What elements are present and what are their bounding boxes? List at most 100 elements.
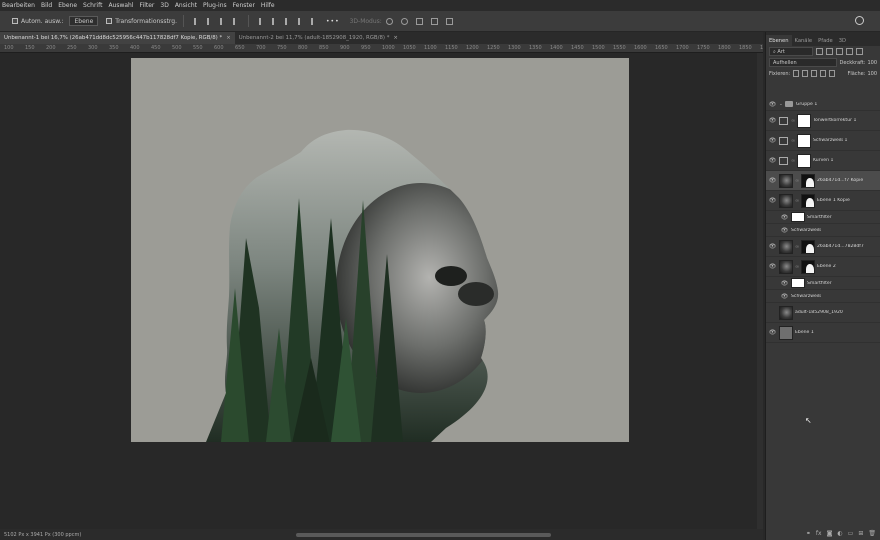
more-options-icon[interactable]: ••• [326, 18, 340, 25]
align-right-icon[interactable] [219, 17, 225, 25]
mask-thumbnail[interactable] [797, 153, 811, 168]
adjustment-layer-icon[interactable]: ◐ [837, 530, 842, 537]
tab-paths[interactable]: Pfade [815, 35, 836, 46]
align-left-icon[interactable] [193, 17, 199, 25]
menu-item-plugins[interactable]: Plug-ins [203, 2, 227, 9]
eye-icon[interactable]: 👁 [766, 177, 779, 184]
eye-off-icon[interactable]: 👁 [766, 309, 779, 316]
mask-thumbnail[interactable] [797, 113, 811, 128]
menu-item-select[interactable]: Auswahl [108, 2, 133, 9]
mask-thumbnail[interactable] [801, 239, 815, 254]
eye-icon[interactable]: 👁 [766, 243, 779, 250]
lock-pixels-icon[interactable] [802, 70, 809, 77]
3d-drag-icon[interactable] [415, 17, 423, 25]
menu-item-view[interactable]: Ansicht [175, 2, 197, 9]
lock-transparent-icon[interactable] [793, 70, 800, 77]
layer-thumbnail[interactable] [779, 305, 793, 320]
eye-icon[interactable]: 👁 [778, 280, 791, 287]
mask-thumbnail[interactable] [801, 193, 815, 208]
layer-adjustment[interactable]: 👁 ∞ Tonwertkorrektur 1 [766, 111, 880, 131]
menu-item-image[interactable]: Bild [41, 2, 52, 9]
filter-smart-icon[interactable] [856, 48, 863, 55]
eye-icon[interactable]: 👁 [766, 329, 779, 336]
auto-select-checkbox[interactable] [12, 18, 18, 24]
horizontal-scrollbar[interactable] [296, 533, 551, 537]
new-layer-icon[interactable]: ⊞ [858, 530, 863, 537]
transform-controls-checkbox[interactable] [106, 18, 113, 24]
add-mask-icon[interactable]: ◙ [827, 530, 833, 537]
layer-thumbnail[interactable] [779, 193, 793, 208]
eye-icon[interactable]: 👁 [766, 197, 779, 204]
menu-item-help[interactable]: Hilfe [261, 2, 275, 9]
layer-filter-select[interactable]: ⌕ Art [769, 47, 813, 56]
document-canvas[interactable] [131, 58, 629, 442]
align-center-icon[interactable] [206, 17, 212, 25]
distribute-left-icon[interactable] [258, 17, 264, 25]
layer-group[interactable]: 👁 ⌄ Gruppe 1 [766, 98, 880, 111]
close-icon[interactable]: × [393, 35, 398, 41]
distribute-center-icon[interactable] [271, 17, 277, 25]
lock-all-icon[interactable] [829, 70, 836, 77]
distribute-top-icon[interactable] [297, 17, 303, 25]
eye-icon[interactable]: 👁 [778, 214, 791, 221]
3d-scale-icon[interactable] [445, 17, 453, 25]
align-top-icon[interactable] [232, 17, 238, 25]
layer-image-selected[interactable]: 👁 ∞ 26ab471d...f7 Kopie [766, 171, 880, 191]
menu-item-layer[interactable]: Ebene [58, 2, 77, 9]
filter-row[interactable]: 👁 Schwarzweiß [766, 224, 880, 237]
blend-mode-select[interactable]: Aufhellen [769, 58, 837, 67]
vertical-scrollbar[interactable] [757, 53, 763, 529]
mask-thumbnail[interactable] [801, 173, 815, 188]
mask-thumbnail[interactable] [801, 259, 815, 274]
eye-icon[interactable]: 👁 [766, 101, 779, 108]
filter-mask-thumbnail[interactable] [791, 278, 805, 288]
filter-row[interactable]: 👁 Schwarzweiß [766, 290, 880, 303]
tab-document-2[interactable]: Unbenannt-2 bei 11,7% (adult-1852908_192… [235, 32, 402, 44]
smart-filter-row[interactable]: 👁 Smartfilter [766, 211, 880, 224]
link-layers-icon[interactable]: ⚭ [806, 530, 811, 537]
tab-document-1[interactable]: Unbenannt-1 bei 16,7% (26ab471dd8dc52595… [0, 32, 235, 44]
menu-item-filter[interactable]: Filter [140, 2, 155, 9]
lock-position-icon[interactable] [811, 70, 818, 77]
new-group-icon[interactable]: ▭ [848, 530, 854, 537]
filter-type-icon[interactable] [836, 48, 843, 55]
user-account-icon[interactable] [855, 16, 864, 25]
close-icon[interactable]: × [226, 35, 231, 41]
mask-thumbnail[interactable] [797, 133, 811, 148]
trash-icon[interactable]: 🗑 [868, 530, 876, 537]
opacity-value[interactable]: 100 [867, 60, 877, 66]
layer-image[interactable]: 👁 ∞ Ebene 2 [766, 257, 880, 277]
menu-item-edit[interactable]: Bearbeiten [2, 2, 35, 9]
layer-thumbnail[interactable] [779, 173, 793, 188]
eye-icon[interactable]: 👁 [778, 293, 791, 300]
layer-adjustment[interactable]: 👁 ∞ Schwarzweiß 1 [766, 131, 880, 151]
3d-slide-icon[interactable] [430, 17, 438, 25]
filter-shape-icon[interactable] [846, 48, 853, 55]
filter-mask-thumbnail[interactable] [791, 212, 805, 222]
menu-item-type[interactable]: Schrift [83, 2, 102, 9]
menu-item-window[interactable]: Fenster [233, 2, 255, 9]
eye-icon[interactable]: 👁 [766, 137, 779, 144]
layer-image[interactable]: 👁 ∞ Ebene 1 Kopie [766, 191, 880, 211]
layer-thumbnail[interactable] [779, 239, 793, 254]
eye-icon[interactable]: 👁 [766, 157, 779, 164]
eye-icon[interactable]: 👁 [778, 227, 791, 234]
layer-image-hidden[interactable]: 👁 adult-1852908_1920 [766, 303, 880, 323]
filter-pixel-icon[interactable] [816, 48, 823, 55]
fx-icon[interactable]: fx [816, 530, 822, 537]
layer-thumbnail[interactable] [779, 259, 793, 274]
fill-value[interactable]: 100 [867, 71, 877, 77]
distribute-right-icon[interactable] [284, 17, 290, 25]
layer-solid[interactable]: 👁 Ebene 1 [766, 323, 880, 343]
layer-adjustment[interactable]: 👁 ∞ Kurven 1 [766, 151, 880, 171]
tab-channels[interactable]: Kanäle [792, 35, 816, 46]
distribute-bottom-icon[interactable] [310, 17, 316, 25]
3d-roll-icon[interactable] [400, 17, 408, 25]
auto-select-dropdown[interactable]: Ebene [69, 16, 99, 26]
tab-3d[interactable]: 3D [836, 35, 849, 46]
smart-filter-row[interactable]: 👁 Smartfilter [766, 277, 880, 290]
tab-layers[interactable]: Ebenen [766, 35, 792, 46]
layer-image[interactable]: 👁 ∞ 26ab471d...7828df7 [766, 237, 880, 257]
chevron-down-icon[interactable]: ⌄ [779, 102, 783, 107]
eye-icon[interactable]: 👁 [766, 117, 779, 124]
